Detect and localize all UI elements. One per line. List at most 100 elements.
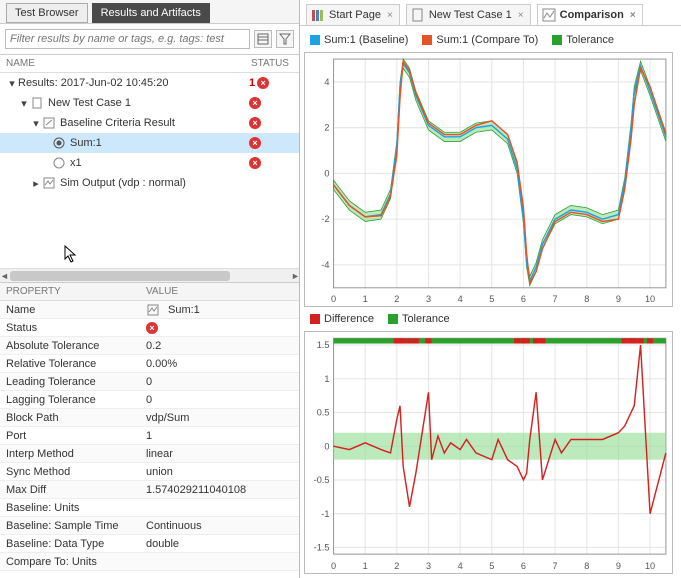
svg-text:2: 2 [324,123,329,133]
svg-text:3: 3 [426,294,431,304]
prop-row: Max Diff1.574029211040108 [0,481,299,499]
tab-test-browser[interactable]: Test Browser [6,3,88,23]
prop-row: Leading Tolerance0 [0,373,299,391]
document-tabs: Start Page × New Test Case 1 × Compariso… [300,0,681,26]
prop-value: 0.2 [140,339,299,353]
results-tree: ▾ Results: 2017-Jun-02 10:45:20 1× ▾ New… [0,73,299,268]
scrollbar-thumb[interactable] [10,271,230,281]
results-panel: Test Browser Results and Artifacts NAME … [0,0,300,578]
close-icon[interactable]: × [385,10,395,21]
prop-value: linear [140,447,299,461]
tab-label: New Test Case 1 [429,9,512,21]
tree-signal-sum1[interactable]: Sum:1 × [0,133,299,153]
svg-text:6: 6 [521,561,526,571]
tree-sim-output[interactable]: ▸ Sim Output (vdp : normal) [0,173,299,193]
tree-label: New Test Case 1 [48,97,249,109]
legend-label: Sum:1 (Compare To) [436,34,538,46]
svg-text:-4: -4 [321,260,329,270]
prop-row-name: Name Sum:1 [0,301,299,319]
difference-plot[interactable]: 012345678910-1.5-1-0.500.511.5 [304,331,673,574]
svg-text:1: 1 [363,561,368,571]
scroll-right-icon[interactable]: ► [291,271,299,281]
chevron-right-icon[interactable]: ▸ [30,177,42,190]
filter-input[interactable] [5,29,250,49]
tree-testcase[interactable]: ▾ New Test Case 1 × [0,93,299,113]
prop-value: vdp/Sum [140,411,299,425]
tree-baseline-result[interactable]: ▾ Baseline Criteria Result × [0,113,299,133]
close-icon[interactable]: × [516,10,526,21]
prop-value: Continuous [140,519,299,533]
tree-label: Baseline Criteria Result [60,117,249,129]
chevron-down-icon[interactable]: ▾ [6,77,18,90]
prop-value: 0 [140,375,299,389]
svg-text:1: 1 [363,294,368,304]
svg-text:4: 4 [458,294,463,304]
svg-text:10: 10 [645,561,655,571]
chevron-down-icon[interactable]: ▾ [30,117,42,130]
header-value[interactable]: VALUE [140,283,299,300]
prop-row-status: Status × [0,319,299,337]
prop-value: 0.00% [140,357,299,371]
fail-icon: × [249,157,261,169]
svg-text:-0.5: -0.5 [314,475,330,485]
svg-text:9: 9 [616,294,621,304]
tree-header-name[interactable]: NAME [0,55,249,72]
svg-text:9: 9 [616,561,621,571]
filter-button[interactable] [276,30,294,48]
svg-text:-1.5: -1.5 [314,542,330,552]
list-icon [257,33,269,45]
prop-value [140,561,299,563]
comparison-view: Sum:1 (Baseline) Sum:1 (Compare To) Tole… [300,26,681,578]
svg-text:1.5: 1.5 [317,340,330,350]
chevron-down-icon[interactable]: ▾ [18,97,30,110]
svg-text:0: 0 [331,294,336,304]
prop-row: Interp Methodlinear [0,445,299,463]
main-panel: Start Page × New Test Case 1 × Compariso… [300,0,681,578]
svg-text:6: 6 [521,294,526,304]
comparison-plot[interactable]: 012345678910-4-2024 [304,52,673,307]
header-property[interactable]: PROPERTY [0,283,140,300]
svg-text:7: 7 [553,294,558,304]
prop-value: Sum:1 [168,304,200,316]
tree-results-root[interactable]: ▾ Results: 2017-Jun-02 10:45:20 1× [0,73,299,93]
svg-text:-1: -1 [321,509,329,519]
tree-hscrollbar[interactable]: ◄ ► [0,268,299,282]
close-icon[interactable]: × [628,10,638,21]
svg-text:5: 5 [489,561,494,571]
column-options-button[interactable] [254,30,272,48]
tab-new-test-case[interactable]: New Test Case 1 × [406,4,531,25]
svg-text:7: 7 [553,561,558,571]
svg-text:0: 0 [331,561,336,571]
bottom-legend: Difference Tolerance [304,311,673,327]
top-legend: Sum:1 (Baseline) Sum:1 (Compare To) Tole… [304,32,673,48]
scroll-left-icon[interactable]: ◄ [0,271,8,281]
prop-row: Block Pathvdp/Sum [0,409,299,427]
swatch-baseline [310,35,320,45]
fail-icon: × [249,117,261,129]
prop-row: Compare To: Units [0,553,299,571]
tab-start-page[interactable]: Start Page × [306,4,400,25]
svg-text:0.5: 0.5 [317,408,330,418]
svg-text:3: 3 [426,561,431,571]
signal-plot-icon [42,176,56,190]
tab-results-artifacts[interactable]: Results and Artifacts [92,3,210,23]
signal-plot-icon [146,303,160,317]
svg-text:10: 10 [645,294,655,304]
prop-row: Absolute Tolerance0.2 [0,337,299,355]
signal-plot-icon [542,8,556,22]
tree-label: Results: 2017-Jun-02 10:45:20 [18,77,249,89]
prop-row: Baseline: Data Typedouble [0,535,299,553]
tab-comparison[interactable]: Comparison × [537,4,643,25]
legend-label: Tolerance [566,34,614,46]
tree-header-status[interactable]: STATUS [249,55,299,72]
funnel-icon [279,33,291,45]
prop-row: Baseline: Units [0,499,299,517]
tree-signal-x1[interactable]: x1 × [0,153,299,173]
fail-icon: × [249,97,261,109]
radio-icon [52,156,66,170]
svg-text:2: 2 [394,294,399,304]
svg-text:5: 5 [489,294,494,304]
svg-text:2: 2 [394,561,399,571]
document-icon [411,8,425,22]
prop-row: Lagging Tolerance0 [0,391,299,409]
